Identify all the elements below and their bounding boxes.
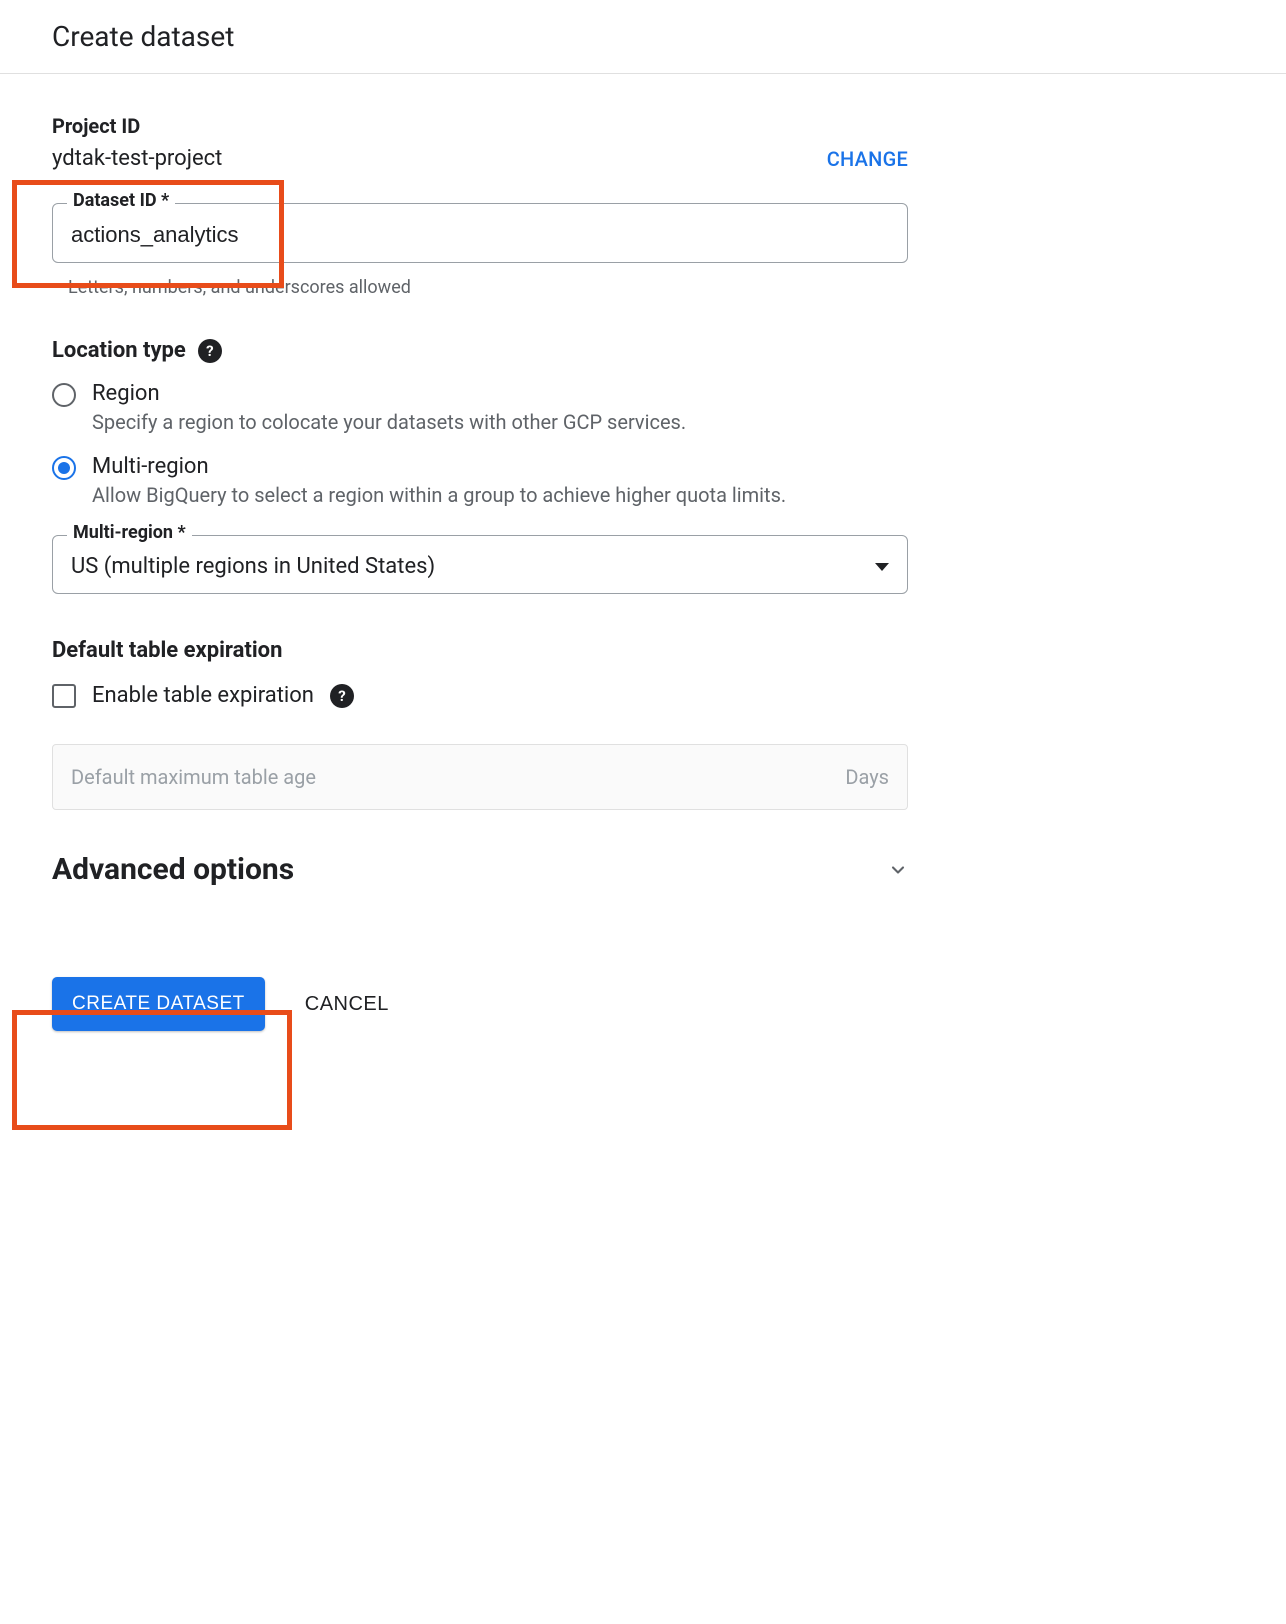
create-dataset-button[interactable]: CREATE DATASET [52,977,265,1031]
max-table-age-placeholder: Default maximum table age [71,765,316,789]
radio-multi-region-desc: Allow BigQuery to select a region within… [92,483,786,507]
max-table-age-field: Default maximum table age Days [52,744,908,810]
advanced-options-toggle[interactable]: Advanced options [52,852,908,887]
radio-circle-selected-icon [52,456,76,480]
dataset-id-helper: Letters, numbers, and underscores allowe… [68,277,908,298]
multi-region-select[interactable]: Multi-region * US (multiple regions in U… [52,535,908,594]
radio-region[interactable]: Region Specify a region to colocate your… [52,381,908,434]
project-id-label: Project ID [52,114,222,138]
help-icon[interactable]: ? [198,339,222,363]
project-id-value: ydtak-test-project [52,146,222,171]
enable-expiration-checkbox[interactable] [52,684,76,708]
dataset-id-input[interactable] [71,222,889,248]
table-expiration-heading: Default table expiration [52,638,282,663]
advanced-options-title: Advanced options [52,852,294,887]
radio-region-desc: Specify a region to colocate your datase… [92,410,686,434]
cancel-button[interactable]: CANCEL [305,993,389,1016]
page-title: Create dataset [0,0,1286,74]
radio-multi-region-title: Multi-region [92,454,786,479]
dropdown-caret-icon [875,563,889,571]
dataset-id-label: Dataset ID * [67,190,175,211]
multi-region-value: US (multiple regions in United States) [71,554,435,579]
radio-region-title: Region [92,381,686,406]
max-table-age-unit: Days [845,765,889,789]
location-type-heading: Location type [52,338,186,363]
change-project-button[interactable]: CHANGE [827,147,908,171]
help-icon[interactable]: ? [330,684,354,708]
radio-circle-icon [52,383,76,407]
multi-region-label: Multi-region * [67,522,192,543]
chevron-down-icon [888,860,908,880]
radio-multi-region[interactable]: Multi-region Allow BigQuery to select a … [52,454,908,507]
enable-expiration-label: Enable table expiration [92,683,314,708]
dataset-id-field[interactable]: Dataset ID * [52,203,908,263]
location-type-radio-group: Region Specify a region to colocate your… [52,381,908,507]
